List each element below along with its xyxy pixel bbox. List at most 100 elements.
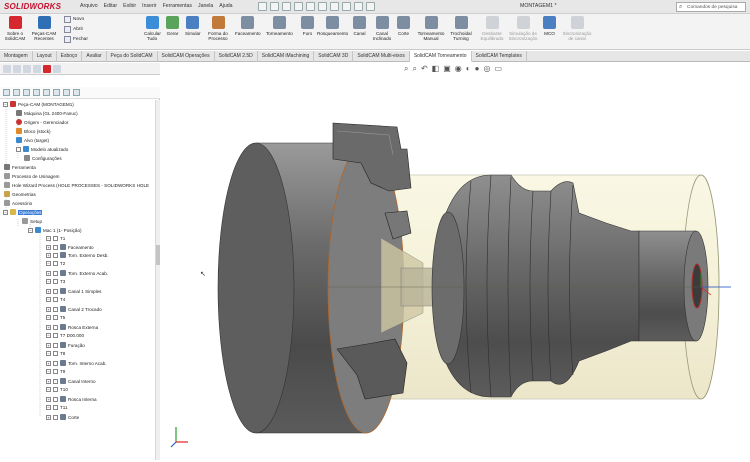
zoom-area-icon[interactable]: ⌕ (412, 64, 416, 74)
tree-updated-model[interactable]: Modelo atualizado (16, 146, 68, 152)
menu-ferramentas[interactable]: Ferramentas (163, 3, 192, 9)
previous-view-icon[interactable]: ↶ (421, 64, 428, 74)
collapse-toggle[interactable]: + (46, 288, 51, 294)
appearance-icon[interactable]: ● (475, 64, 480, 74)
tree-op-cutoff[interactable]: + Corte (46, 414, 79, 420)
tab-avaliar[interactable]: Avaliar (82, 51, 107, 62)
generate-button[interactable]: Gerar (166, 16, 179, 36)
tree-tool-t4[interactable]: − T4 (46, 297, 65, 302)
process-template-button[interactable]: Forma do Processo (206, 16, 230, 41)
facing-button[interactable]: Faceamento (235, 16, 261, 36)
tree-tool-t5[interactable]: − T5 (46, 315, 65, 320)
tab-solidcam-imachining[interactable]: SolidCAM iMachining (258, 51, 315, 62)
collapse-toggle[interactable]: − (46, 351, 51, 356)
collapse-toggle[interactable]: − (3, 209, 8, 215)
collapse-toggle[interactable]: − (3, 101, 8, 107)
collapse-toggle[interactable]: + (46, 396, 51, 402)
checkbox[interactable] (53, 351, 58, 356)
new-document-icon[interactable] (270, 2, 279, 11)
tree-op-ext-finish[interactable]: + Torn. Externo Acab. (46, 270, 108, 276)
about-solidcam-button[interactable]: Sobre o SolidCAM (3, 16, 27, 41)
menu-janela[interactable]: Janela (198, 3, 213, 9)
tree-op-ext-thread[interactable]: + Rosca Externa (46, 324, 98, 330)
checkbox[interactable] (53, 414, 58, 420)
collapse-toggle[interactable]: + (46, 324, 51, 330)
rebuild-icon[interactable] (354, 2, 363, 11)
undo-icon[interactable] (318, 2, 327, 11)
tree-tool-7-icon[interactable] (63, 89, 70, 96)
search-input[interactable]: ⌕ Comandos de pesquisa (676, 2, 746, 12)
tree-tool-t8[interactable]: − T8 (46, 351, 65, 356)
tree-fixture[interactable]: Acessório (4, 200, 32, 206)
angled-groove-button[interactable]: Canal Inclinado (371, 16, 393, 41)
checkbox[interactable] (53, 270, 58, 276)
collapse-toggle[interactable]: + (46, 252, 51, 258)
collapse-toggle[interactable]: − (46, 236, 51, 241)
checkbox[interactable] (53, 333, 58, 338)
tab-solidcam-operations[interactable]: SolidCAM Operações (158, 51, 215, 62)
tree-root[interactable]: − Peça-CAM (MONTAGEM1) (3, 101, 74, 107)
tab-esboco[interactable]: Esboço (57, 51, 83, 62)
dimxpert-icon[interactable] (33, 65, 41, 73)
menu-editar[interactable]: Editar (104, 3, 118, 9)
checkbox[interactable] (53, 315, 58, 320)
collapse-toggle[interactable]: + (46, 414, 51, 420)
tab-solidcam-3d[interactable]: SolidCAM 3D (314, 51, 354, 62)
select-arrow-icon[interactable] (342, 2, 351, 11)
tree-tool-t9[interactable]: − T9 (46, 369, 65, 374)
open-folder-icon[interactable] (282, 2, 291, 11)
tree-tool-8-icon[interactable] (73, 89, 80, 96)
collapse-toggle[interactable]: + (46, 306, 51, 312)
manual-turning-button[interactable]: Torneamento Manual (416, 16, 446, 41)
checkbox[interactable] (53, 324, 58, 330)
graphics-viewport[interactable] (161, 63, 750, 460)
checkbox[interactable] (53, 387, 58, 392)
mco-button[interactable]: MCO (543, 16, 556, 36)
tree-op-int-finish[interactable]: + Torn. Interno Acab. (46, 360, 107, 366)
configuration-icon[interactable] (23, 65, 31, 73)
checkbox[interactable] (53, 252, 58, 258)
new-button[interactable]: Novo (64, 16, 88, 23)
collapse-toggle[interactable]: − (46, 297, 51, 302)
tree-machine[interactable]: Máquina (GL 2400-Fanuc) (16, 110, 78, 116)
tree-tool-t2[interactable]: − T2 (46, 261, 65, 266)
simulate-button[interactable]: Simular (185, 16, 201, 36)
tree-operations[interactable]: − Operações (3, 209, 43, 215)
cutoff-button[interactable]: Corte (397, 16, 410, 36)
menu-arquivo[interactable]: Arquivo (80, 3, 98, 9)
tree-tool-4-icon[interactable] (33, 89, 40, 96)
checkbox[interactable] (53, 405, 58, 410)
tab-solidcam-part[interactable]: Peça do SolidCAM (107, 51, 158, 62)
tree-tool-3-icon[interactable] (23, 89, 30, 96)
menu-inserir[interactable]: Inserir (142, 3, 156, 9)
close-button[interactable]: Fechar (64, 36, 88, 43)
checkbox[interactable] (53, 396, 58, 402)
tree-op-groove2[interactable]: + Canal 2 Trocado (46, 306, 102, 312)
turning-button[interactable]: Torneamento (266, 16, 293, 36)
checkbox[interactable] (53, 261, 58, 266)
collapse-toggle[interactable]: + (46, 378, 51, 384)
collapse-toggle[interactable]: − (46, 333, 51, 338)
groove-button[interactable]: Canal (353, 16, 366, 36)
collapse-toggle[interactable]: − (46, 405, 51, 410)
tree-mac1[interactable]: − Mac 1 (1- Posição) (28, 227, 82, 233)
tree-tool-t7[interactable]: − T7 D00.000 (46, 333, 84, 338)
channel-sync-button[interactable]: Sincronização de canal (562, 16, 592, 41)
tree-tools[interactable]: Ferramenta (4, 164, 36, 170)
checkbox[interactable] (53, 378, 58, 384)
checkbox[interactable] (53, 306, 58, 312)
tab-solidcam-turning[interactable]: SolidCAM Torneamento (409, 51, 472, 62)
sync-simulation-button[interactable]: Simulação de Sincronização (508, 16, 538, 41)
print-icon[interactable] (306, 2, 315, 11)
tree-op-groove1[interactable]: + Canal 1 Simples (46, 288, 101, 294)
display-style-icon[interactable]: ◉ (455, 64, 462, 74)
solidcam-manager-icon[interactable] (43, 65, 51, 73)
tree-op-int-thread[interactable]: + Rosca Interna (46, 396, 97, 402)
home-icon[interactable] (258, 2, 267, 11)
tab-solidcam-multiaxis[interactable]: SolidCAM Multi-eixos (353, 51, 410, 62)
tree-tool-5-icon[interactable] (43, 89, 50, 96)
tree-scrollbar[interactable] (155, 100, 160, 460)
view-orientation-icon[interactable]: ▣ (443, 64, 451, 74)
tree-origin[interactable]: Origem - Gerenciador (16, 119, 68, 125)
tree-tool-t1[interactable]: − T1 (46, 236, 65, 241)
